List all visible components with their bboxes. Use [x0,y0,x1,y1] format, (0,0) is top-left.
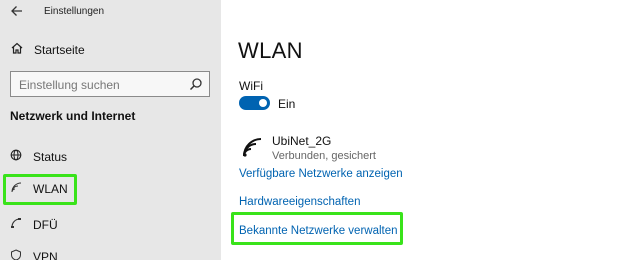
title-bar: Einstellungen [0,0,221,24]
wifi-label: WiFi [239,79,263,93]
toggle-knob [259,99,267,107]
search-placeholder: Einstellung suchen [19,78,120,92]
sidebar: Einstellungen Startseite Einstellung suc… [0,0,221,260]
page-title: WLAN [238,38,303,63]
wifi-signal-icon[interactable] [241,136,263,158]
globe-icon [10,148,22,166]
hardware-properties-link[interactable]: Hardwareeigenschaften [239,196,360,208]
sidebar-item-label: Startseite [34,43,85,57]
sidebar-item-label: DFÜ [33,218,58,232]
sidebar-item-status[interactable]: Status [10,148,67,166]
dialup-icon [10,216,22,234]
sidebar-item-home[interactable]: Startseite [10,42,85,58]
network-status: Verbunden, gesichert [272,150,376,162]
wifi-toggle[interactable] [239,96,270,110]
highlight-box-wlan [3,174,77,205]
available-networks-link[interactable]: Verfügbare Netzwerke anzeigen [239,168,403,180]
network-name[interactable]: UbiNet_2G [272,134,331,148]
sidebar-item-dfu[interactable]: DFÜ [10,216,58,234]
sidebar-item-vpn[interactable]: VPN [10,248,58,260]
back-arrow-icon[interactable] [10,4,24,18]
sidebar-item-label: VPN [33,250,58,260]
sidebar-item-label: Status [33,150,68,164]
app-title: Einstellungen [44,6,105,17]
toggle-state-label: Ein [278,97,296,111]
main-content: WLAN WiFi Ein UbiNet_2G Verbunden, gesic… [221,0,620,260]
home-icon [10,41,24,60]
vpn-icon [10,248,22,260]
search-icon[interactable] [189,77,203,91]
highlight-box-known-networks [231,212,403,245]
search-input[interactable]: Einstellung suchen [10,71,210,97]
section-heading: Netzwerk und Internet [10,109,136,123]
